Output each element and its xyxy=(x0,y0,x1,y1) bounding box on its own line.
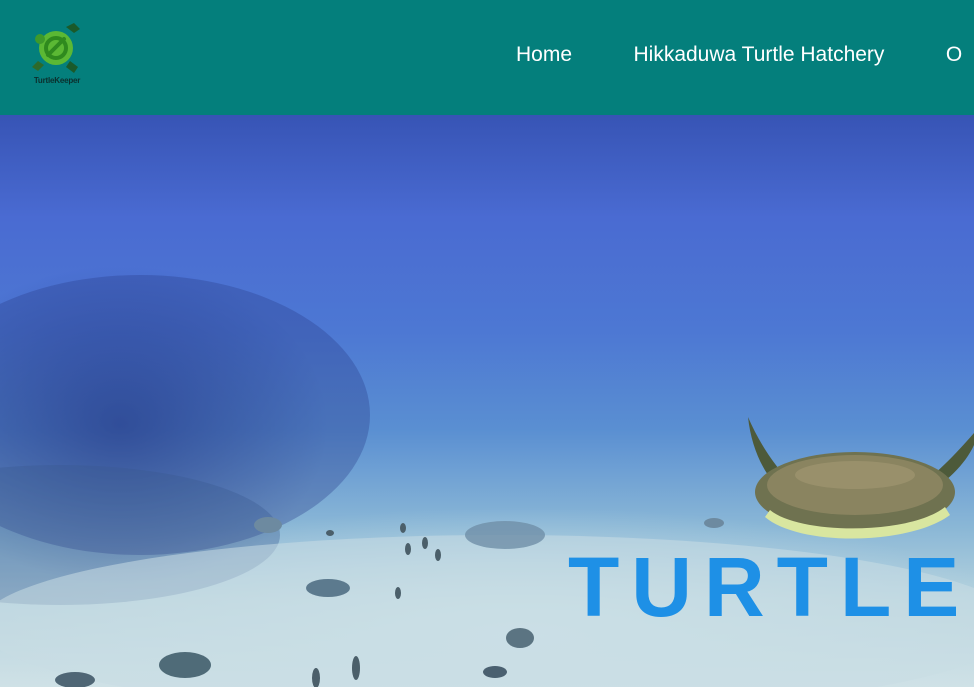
logo-text: TurtleKeeper xyxy=(33,76,81,85)
nav-home[interactable]: Home xyxy=(516,40,572,70)
sea-turtle xyxy=(748,417,974,539)
hero-section: TURTLEK xyxy=(0,115,974,687)
main-nav: Home Hikkaduwa Turtle Hatchery O xyxy=(516,40,974,70)
nav-hikkaduwa-turtle-hatchery[interactable]: Hikkaduwa Turtle Hatchery xyxy=(633,40,884,70)
nav-item-truncated[interactable]: O xyxy=(946,40,962,70)
site-logo[interactable]: TurtleKeeper xyxy=(27,21,87,87)
site-header: TurtleKeeper Home Hikkaduwa Turtle Hatch… xyxy=(0,0,974,115)
turtle-logo-icon xyxy=(32,23,80,73)
hero-title: TURTLEK xyxy=(568,540,974,634)
